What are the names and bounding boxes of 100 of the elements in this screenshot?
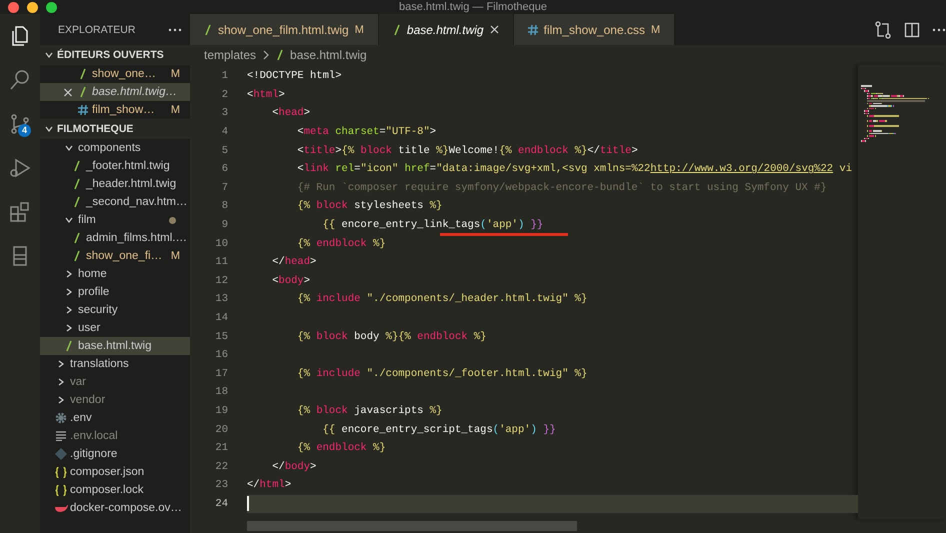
- more-icon[interactable]: [168, 28, 182, 32]
- open-editor-item[interactable]: base.html.twig…: [40, 83, 190, 101]
- folder-item[interactable]: user: [40, 319, 190, 337]
- code-line: {{ encore_entry_script_tags('app') }}: [322, 424, 556, 436]
- section-header[interactable]: ÉDITEURS OUVERTS: [40, 45, 190, 65]
- open-editor-item[interactable]: film_show… M: [40, 101, 190, 119]
- code-line: {% block body %}{% endblock %}: [296, 330, 486, 343]
- folder-item[interactable]: components: [40, 139, 190, 157]
- open-editor-item[interactable]: show_one… M: [40, 65, 190, 83]
- code-line: </body>: [271, 460, 316, 473]
- line-number: 14: [214, 312, 228, 324]
- twig-file-icon: [204, 24, 212, 36]
- code-line: </html>: [247, 479, 292, 492]
- file-item[interactable]: docker-compose.ov…: [40, 499, 190, 517]
- line-number: 17: [214, 368, 228, 380]
- twig-file-icon: [73, 196, 81, 208]
- editor-tab[interactable]: base.html.twig: [378, 14, 514, 45]
- line-number: 20: [214, 424, 228, 436]
- twig-file-icon: [79, 86, 87, 98]
- close-window-button[interactable]: [8, 2, 19, 12]
- file-item[interactable]: .env.local: [40, 427, 190, 445]
- twig-file-icon: [276, 49, 284, 61]
- code-line: {% include "./components/_footer.html.twig" %}: [296, 368, 588, 380]
- hash-icon: [528, 24, 538, 34]
- file-item[interactable]: base.html.twig: [40, 337, 190, 355]
- extensions-activity-icon[interactable]: [8, 200, 32, 224]
- file-item[interactable]: composer.json: [40, 463, 190, 481]
- folder-item[interactable]: film: [40, 211, 190, 229]
- code-line: {% include "./components/_header.html.twig" %}: [296, 293, 588, 306]
- chevron-icon: [44, 50, 54, 60]
- breadcrumb-item[interactable]: base.html.twig: [290, 48, 367, 62]
- folder-item[interactable]: profile: [40, 283, 190, 301]
- file-item[interactable]: .gitignore: [40, 445, 190, 463]
- file-item[interactable]: _header.html.twig: [40, 175, 190, 193]
- folder-item[interactable]: security: [40, 301, 190, 319]
- line-number: 9: [220, 219, 228, 232]
- hash-icon: [78, 105, 88, 115]
- code-line: {{ encore_entry_link_tags('app') }}: [322, 219, 544, 232]
- lines-icon: [56, 431, 66, 441]
- twig-file-icon: [79, 68, 87, 80]
- braces-icon: [55, 466, 67, 478]
- zoom-window-button[interactable]: [46, 2, 57, 12]
- code-line: </head>: [271, 256, 316, 268]
- diamond-icon: [55, 448, 67, 460]
- twig-file-icon: [73, 250, 81, 262]
- code-line: <head>: [271, 107, 310, 120]
- count-badge: 4: [18, 124, 31, 137]
- file-item[interactable]: .env: [40, 409, 190, 427]
- file-item[interactable]: _second_nav.htm…: [40, 193, 190, 211]
- minimize-window-button[interactable]: [27, 2, 38, 12]
- sidebar-title: EXPLORATEUR: [58, 24, 136, 36]
- horizontal-scrollbar[interactable]: [247, 521, 577, 531]
- close-icon[interactable]: [490, 25, 499, 34]
- twig-file-icon: [73, 232, 81, 244]
- folder-item[interactable]: home: [40, 265, 190, 283]
- run-activity-icon[interactable]: [8, 156, 32, 180]
- line-number: 6: [220, 163, 228, 176]
- code-line: <body>: [271, 274, 310, 287]
- line-number: 2: [220, 88, 228, 101]
- line-number: 24: [214, 498, 228, 510]
- code-line: {% block stylesheets %}: [296, 200, 442, 212]
- folder-item[interactable]: var: [40, 373, 190, 391]
- section-header[interactable]: FILMOTHEQUE: [40, 119, 190, 139]
- code-line: {% endblock %}: [296, 238, 386, 250]
- code-line: <link rel="icon" href="data:image/svg+xml,<svg xmlns=%22http://www.w3.org/2000/svg%22 vi: [296, 163, 852, 176]
- close-icon[interactable]: [62, 88, 74, 96]
- line-number: 22: [214, 460, 228, 473]
- file-item[interactable]: _footer.html.twig: [40, 157, 190, 175]
- line-number: 23: [214, 479, 228, 492]
- line-number: 15: [214, 330, 228, 343]
- line-number: 21: [214, 442, 228, 454]
- text-cursor: [247, 496, 249, 512]
- line-number: 4: [220, 126, 228, 138]
- code-line: <!DOCTYPE html>: [247, 70, 342, 82]
- line-number: 12: [214, 274, 228, 287]
- code-line: <title>{% block title %}Welcome!{% endblock %}</title>: [296, 144, 638, 157]
- line-number: 1: [220, 70, 228, 82]
- line-number: 18: [214, 386, 228, 398]
- chevron-icon: [262, 50, 270, 60]
- file-item[interactable]: composer.lock: [40, 481, 190, 499]
- line-number: 16: [214, 349, 228, 362]
- editor-tab[interactable]: film_show_one.css M: [514, 14, 676, 45]
- editor-tab[interactable]: show_one_film.html.twig M: [190, 14, 379, 45]
- window-title: base.html.twig — Filmotheque: [399, 1, 547, 13]
- line-number: 19: [214, 404, 228, 417]
- folder-item[interactable]: translations: [40, 355, 190, 373]
- twig-file-icon: [392, 24, 401, 36]
- twig-file-icon: [65, 340, 73, 352]
- line-number: 7: [220, 182, 228, 194]
- file-item[interactable]: show_one_fi… M: [40, 247, 190, 265]
- file-item[interactable]: admin_films.html.…: [40, 229, 190, 247]
- line-number: 8: [220, 200, 228, 212]
- code-line: {% endblock %}: [296, 442, 386, 454]
- split-editor-icon[interactable]: [904, 22, 920, 38]
- code-line: <meta charset="UTF-8">: [296, 126, 436, 138]
- line-number: 11: [214, 256, 228, 268]
- more-icon[interactable]: [932, 28, 946, 32]
- folder-item[interactable]: vendor: [40, 391, 190, 409]
- compare-changes-icon[interactable]: [874, 20, 892, 38]
- breadcrumb-item[interactable]: templates: [204, 48, 256, 62]
